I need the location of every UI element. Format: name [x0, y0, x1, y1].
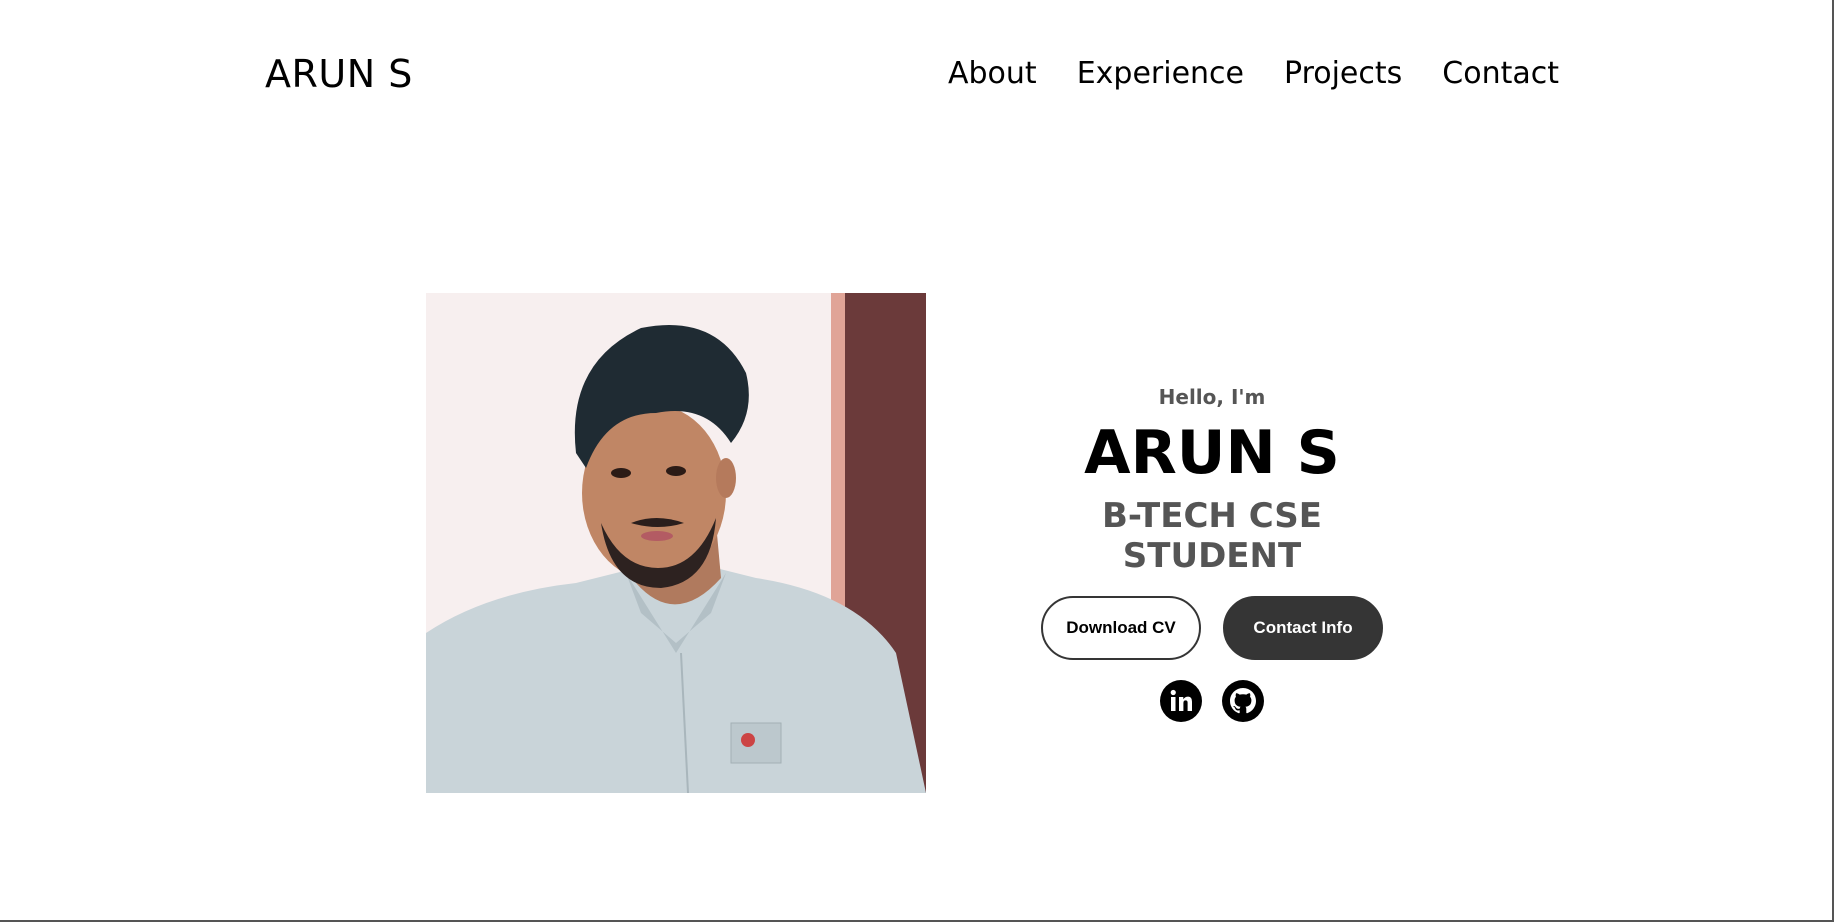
hero-role: B-TECH CSE STUDENT — [1102, 496, 1322, 576]
nav-link-experience[interactable]: Experience — [1077, 56, 1244, 91]
nav-link-projects[interactable]: Projects — [1284, 56, 1402, 91]
page: ARUN S About Experience Projects Contact — [0, 0, 1834, 922]
hero-intro: Hello, I'm ARUN S B-TECH CSE STUDENT Dow… — [1012, 385, 1412, 722]
social-links — [1012, 680, 1412, 722]
profile-photo-illustration — [426, 293, 926, 793]
nav-item-contact: Contact — [1442, 56, 1559, 91]
hero-buttons: Download CV Contact Info — [1012, 596, 1412, 660]
hero-name: ARUN S — [1084, 418, 1340, 488]
contact-info-button[interactable]: Contact Info — [1223, 596, 1383, 660]
download-cv-button[interactable]: Download CV — [1041, 596, 1201, 660]
nav-item-experience: Experience — [1077, 56, 1244, 91]
nav-item-projects: Projects — [1284, 56, 1402, 91]
nav-link-about[interactable]: About — [948, 56, 1037, 91]
greeting-text: Hello, I'm — [1158, 385, 1266, 409]
site-logo[interactable]: ARUN S — [265, 52, 413, 96]
linkedin-icon[interactable] — [1160, 680, 1202, 722]
github-icon[interactable] — [1222, 680, 1264, 722]
main-nav: About Experience Projects Contact — [948, 56, 1559, 91]
profile-photo — [426, 293, 926, 793]
nav-item-about: About — [948, 56, 1037, 91]
nav-link-contact[interactable]: Contact — [1442, 56, 1559, 91]
